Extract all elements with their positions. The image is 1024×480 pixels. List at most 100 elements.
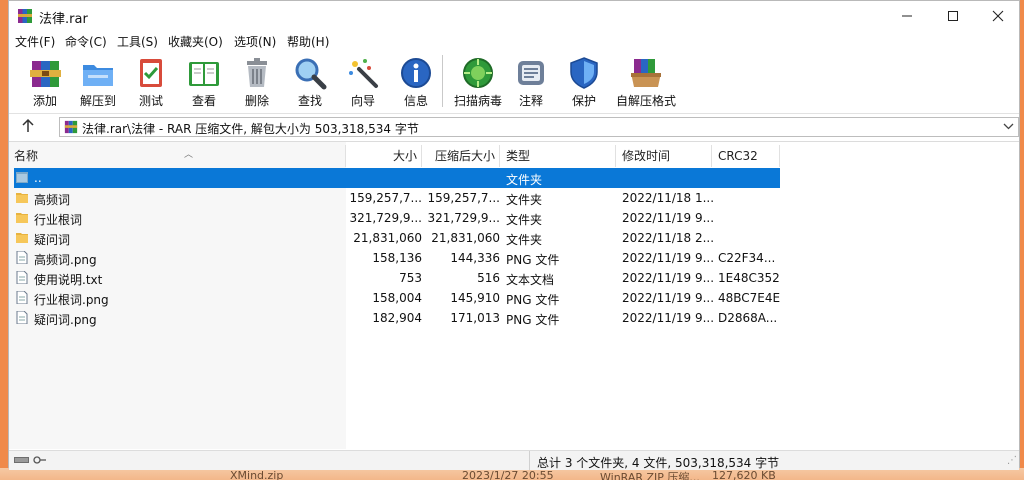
minimize-icon (902, 15, 912, 17)
folder-icon (16, 233, 28, 243)
menu-options[interactable]: 选项(N) (234, 33, 276, 50)
menu-file[interactable]: 文件(F) (15, 33, 55, 50)
add-label: 添加 (32, 94, 57, 108)
file-crc: 1E48C352 (718, 271, 780, 285)
table-row[interactable]: .. 文件夹 (14, 168, 780, 188)
add-button[interactable]: 添加 (19, 53, 71, 109)
file-name: 行业根词.png (34, 293, 109, 307)
wizard-button[interactable]: 向导 (337, 53, 389, 109)
view-icon (189, 62, 219, 86)
file-icon (16, 271, 28, 284)
chevron-down-icon (1003, 123, 1014, 130)
scan-virus-icon (463, 58, 493, 88)
table-row[interactable]: 高频词.png 158,136 144,336 PNG 文件 2022/11/19 9.… (14, 248, 780, 268)
info-button[interactable]: 信息 (390, 53, 442, 109)
protect-label: 保护 (571, 94, 596, 108)
file-packed-size: 159,257,7... (427, 191, 500, 205)
toolbar-separator (442, 55, 443, 107)
file-icon (16, 251, 28, 264)
folder-icon (16, 213, 28, 223)
column-header-crc[interactable]: CRC32 (712, 145, 780, 167)
title-bar[interactable]: 法律.rar (9, 1, 1019, 31)
menu-command[interactable]: 命令(C) (65, 33, 107, 50)
test-button[interactable]: 测试 (125, 53, 177, 109)
test-icon (140, 59, 162, 87)
info-icon (401, 58, 431, 88)
menu-tools[interactable]: 工具(S) (117, 33, 158, 50)
file-type: 文件夹 (506, 213, 543, 227)
file-modified: 2022/11/19 9... (622, 291, 715, 305)
minimize-button[interactable] (884, 1, 930, 31)
resize-grip-icon[interactable]: ⋰ (1007, 455, 1017, 466)
file-crc: D2868A... (718, 311, 778, 325)
toolbar: 添加 解压到 测试 查看 删除 查找 向导 信息 扫描病毒 注释 保护 自解压格… (9, 51, 1019, 114)
table-row[interactable]: 行业根词 321,729,9... 321,729,9... 文件夹 2022/11/1… (14, 208, 780, 228)
status-divider (529, 451, 530, 470)
status-bar: 总计 3 个文件夹, 4 文件, 503,318,534 字节 ⋰ (9, 450, 1019, 470)
menu-help[interactable]: 帮助(H) (287, 33, 329, 50)
protect-button[interactable]: 保护 (558, 53, 610, 109)
column-header-type[interactable]: 类型 (500, 145, 616, 167)
file-icon (16, 311, 28, 324)
window-title: 法律.rar (39, 12, 88, 27)
file-crc: C22F34... (718, 251, 776, 265)
column-crc-label: CRC32 (718, 149, 758, 163)
maximize-icon (948, 11, 958, 21)
file-size: 159,257,7... (349, 191, 422, 205)
table-row[interactable]: 疑问词.png 182,904 171,013 PNG 文件 2022/11/19 9.… (14, 308, 780, 328)
file-name: 疑问词 (34, 233, 71, 247)
drive-key-icon (14, 456, 46, 464)
protect-icon (570, 57, 598, 89)
column-packed-label: 压缩后大小 (434, 149, 495, 163)
arrow-up-icon (22, 118, 34, 132)
path-field[interactable]: 法律.rar\法律 - RAR 压缩文件, 解包大小为 503,318,534 … (59, 117, 1019, 137)
file-list[interactable]: 名称 ︿ 大小 压缩后大小 类型 修改时间 CRC32 .. 文件夹高频词 159,… (9, 142, 1019, 449)
menu-favorites[interactable]: 收藏夹(O) (168, 33, 223, 50)
column-header-modified[interactable]: 修改时间 (616, 145, 712, 167)
file-type: 文本文档 (506, 273, 555, 287)
delete-button[interactable]: 删除 (231, 53, 283, 109)
find-icon (295, 58, 327, 90)
comment-button[interactable]: 注释 (505, 53, 557, 109)
view-button[interactable]: 查看 (178, 53, 230, 109)
view-label: 查看 (191, 94, 216, 108)
maximize-button[interactable] (930, 1, 976, 31)
file-icon (16, 291, 28, 304)
file-name: 高频词 (34, 193, 71, 207)
file-size: 182,904 (372, 311, 422, 325)
sort-ascending-icon: ︿ (184, 150, 194, 160)
folder-icon (16, 193, 28, 203)
column-header-name[interactable]: 名称 ︿ (14, 145, 346, 167)
path-dropdown-button[interactable] (1003, 119, 1014, 136)
file-size: 21,831,060 (353, 231, 422, 245)
close-button[interactable] (975, 1, 1021, 31)
table-row[interactable]: 使用说明.txt 753 516 文本文档 2022/11/19 9... 1E48C35… (14, 268, 780, 288)
column-size-label: 大小 (392, 149, 417, 163)
winrar-window: 法律.rar 文件(F) 命令(C) 工具(S) 收藏夹(O) 选项(N) 帮助… (8, 0, 1020, 470)
file-name: 疑问词.png (34, 313, 97, 327)
wizard-icon (349, 59, 378, 88)
column-name-label: 名称 (14, 149, 39, 163)
table-row[interactable]: 高频词 159,257,7... 159,257,7... 文件夹 2022/11/18… (14, 188, 780, 208)
file-modified: 2022/11/19 9... (622, 311, 715, 325)
status-summary: 总计 3 个文件夹, 4 文件, 503,318,534 字节 (537, 456, 780, 470)
up-folder-button[interactable] (17, 118, 39, 138)
find-button[interactable]: 查找 (284, 53, 336, 109)
extract-to-button[interactable]: 解压到 (72, 53, 124, 109)
winrar-app-icon (18, 9, 32, 23)
path-text: 法律.rar\法律 - RAR 压缩文件, 解包大小为 503,318,534 … (82, 122, 419, 136)
table-row[interactable]: 行业根词.png 158,004 145,910 PNG 文件 2022/11/19 9… (14, 288, 780, 308)
table-row[interactable]: 疑问词 21,831,060 21,831,060 文件夹 2022/11/18 2..… (14, 228, 780, 248)
file-modified: 2022/11/18 1... (622, 191, 715, 205)
file-packed-size: 21,831,060 (431, 231, 500, 245)
column-header-size[interactable]: 大小 (346, 145, 422, 167)
file-type: PNG 文件 (506, 253, 560, 267)
wizard-label: 向导 (350, 94, 375, 108)
file-packed-size: 516 (477, 271, 500, 285)
file-packed-size: 145,910 (450, 291, 500, 305)
scan-virus-label: 扫描病毒 (453, 94, 502, 108)
sfx-button[interactable]: 自解压格式 (616, 53, 676, 109)
scan-virus-button[interactable]: 扫描病毒 (452, 53, 504, 109)
bg-file-name: XMind.zip (230, 469, 284, 480)
column-header-packed[interactable]: 压缩后大小 (422, 145, 500, 167)
